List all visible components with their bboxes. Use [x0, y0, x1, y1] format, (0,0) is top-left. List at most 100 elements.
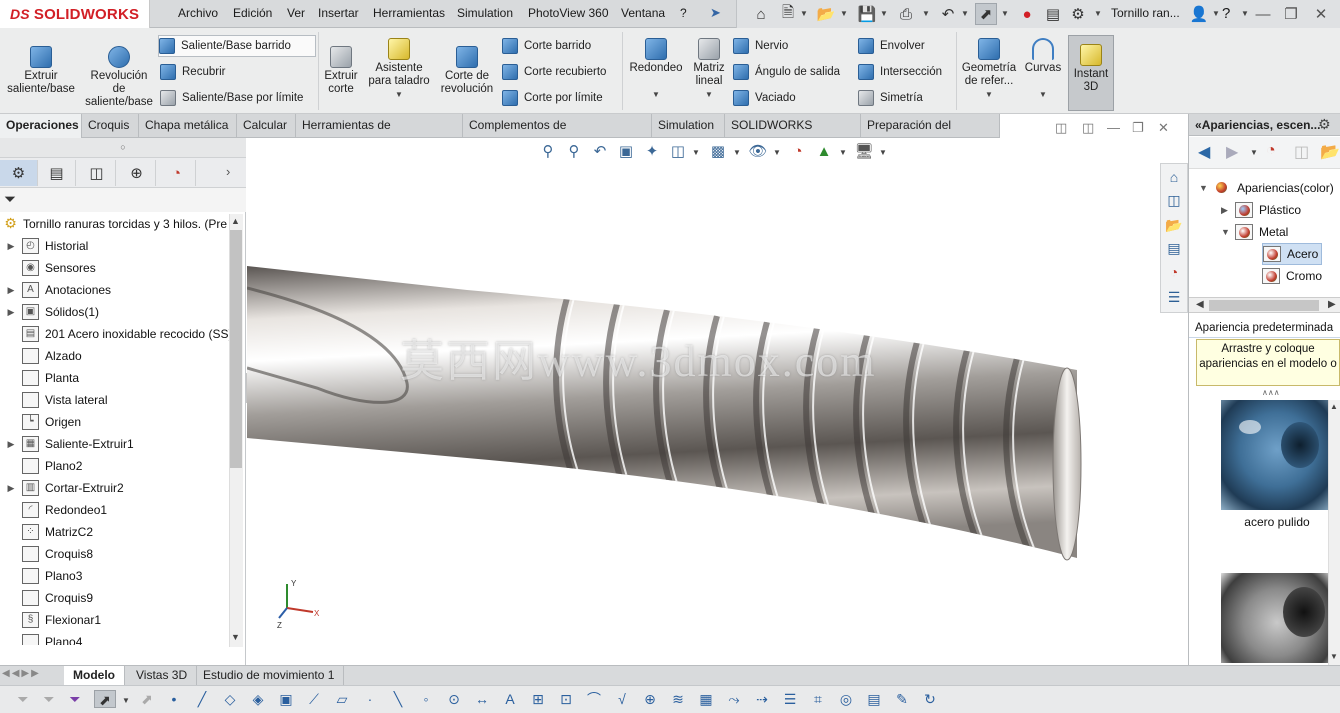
filter-toggle-icon[interactable]: ⏷: [66, 690, 84, 708]
folder-icon[interactable]: 📂: [1320, 142, 1340, 162]
chevron-down-icon[interactable]: ▼: [1250, 148, 1258, 157]
collapse-panel-icon[interactable]: «: [1195, 118, 1202, 132]
feature-manager-tab-icon[interactable]: ⚙: [0, 160, 38, 186]
menu-archivo[interactable]: Archivo: [178, 0, 218, 28]
expand-arrow-icon[interactable]: ▶: [0, 307, 22, 318]
tree-item[interactable]: Croquis8: [0, 543, 230, 565]
view-settings-icon[interactable]: 🖥: [853, 142, 875, 162]
tree-item[interactable]: ⁘ MatrizC2: [0, 521, 230, 543]
filter-mate-icon[interactable]: ⌗: [809, 690, 827, 708]
options-gear-icon[interactable]: ⚙: [1067, 3, 1089, 25]
scene-icon[interactable]: ◫: [1294, 142, 1309, 162]
expand-arrow-icon[interactable]: ▶: [0, 285, 22, 296]
filter-midpoints-icon[interactable]: ◦: [417, 690, 435, 708]
appearances-scenes-icon[interactable]: ◔: [1164, 262, 1184, 282]
filter-planes-icon[interactable]: ▱: [333, 690, 351, 708]
tree-acero[interactable]: Acero: [1262, 243, 1322, 265]
zoom-to-area-icon[interactable]: ⚲: [563, 142, 585, 162]
filter-sketch-points-icon[interactable]: ·: [361, 690, 379, 708]
expand-arrow-icon[interactable]: ▶: [1221, 205, 1235, 216]
chevron-down-icon[interactable]: ▼: [840, 9, 848, 18]
filter-dimensions-icon[interactable]: ↔: [473, 690, 491, 708]
filter-balloon-icon[interactable]: ⊕: [641, 690, 659, 708]
chevron-down-icon[interactable]: ▼: [839, 148, 847, 157]
filter-cosmetic-thread-icon[interactable]: ≋: [669, 690, 687, 708]
tree-item[interactable]: Croquis9: [0, 587, 230, 609]
tab-simulation[interactable]: Simulation: [652, 114, 725, 138]
tab-preparacion-analisis[interactable]: Preparación del análisis: [861, 114, 1000, 155]
pin-icon[interactable]: ➤: [710, 5, 721, 21]
menu-photoview[interactable]: PhotoView 360: [528, 0, 609, 28]
solidworks-logo[interactable]: DS SOLIDWORKS: [0, 0, 150, 28]
hide-show-items-icon[interactable]: 👁: [747, 142, 769, 162]
tab-vistas-3d[interactable]: Vistas 3D: [127, 666, 198, 685]
home-icon[interactable]: ⌂: [750, 3, 772, 25]
filter-loop-icon[interactable]: ↻: [921, 690, 939, 708]
extruir-corte-button[interactable]: Extruir corte: [320, 46, 362, 96]
close-window-icon[interactable]: ✕: [1310, 3, 1332, 25]
design-library-icon[interactable]: ◫: [1164, 190, 1184, 210]
chevron-down-icon[interactable]: ▼: [364, 88, 434, 101]
tree-plastico[interactable]: ▶ Plástico: [1189, 199, 1301, 221]
tree-item[interactable]: ◜ Redondeo1: [0, 499, 230, 521]
instant3d-button[interactable]: Instant 3D: [1068, 35, 1114, 111]
tree-item[interactable]: ▶ ▣ Sólidos(1): [0, 301, 230, 323]
revolucion-saliente-button[interactable]: Revolución de saliente/base: [84, 46, 154, 109]
viewport-tile-left-icon[interactable]: ◫: [1055, 120, 1067, 136]
new-document-icon[interactable]: 🗎: [777, 3, 799, 25]
tree-root-part[interactable]: ⚙ Tornillo ranuras torcidas y 3 hilos. (…: [0, 213, 229, 235]
filter-solids-icon[interactable]: ▣: [277, 690, 295, 708]
scroll-down-icon[interactable]: ▼: [1330, 652, 1338, 661]
tree-item[interactable]: ▤ 201 Acero inoxidable recocido (SS): [0, 323, 230, 345]
curvas-button[interactable]: Curvas ▼: [1022, 38, 1064, 101]
filter-faces-icon[interactable]: ◇: [221, 690, 239, 708]
expand-arrow-icon[interactable]: ▶: [0, 483, 22, 494]
filter-routing-icon[interactable]: ⤳: [725, 690, 743, 708]
property-manager-tab-icon[interactable]: ▤: [38, 160, 76, 186]
viewport-minimize-icon[interactable]: —: [1107, 120, 1120, 135]
tree-item[interactable]: Alzado: [0, 345, 230, 367]
recubrir-button[interactable]: Recubrir: [160, 61, 225, 83]
menu-ventana[interactable]: Ventana: [621, 0, 665, 28]
appearance-swatch-steel-2[interactable]: [1221, 573, 1333, 663]
filter-blocks-icon[interactable]: ▦: [697, 690, 715, 708]
screw-model-render[interactable]: Y X Z: [247, 138, 1187, 665]
filter-annotation-icon[interactable]: ✎: [893, 690, 911, 708]
tree-item[interactable]: ▶ ◴ Historial: [0, 235, 230, 257]
tab-complementos[interactable]: Complementos de SOLIDWORKS: [463, 114, 652, 155]
filter-gtol-icon[interactable]: ⊞: [529, 690, 547, 708]
expand-arrow-icon[interactable]: ▼: [1221, 227, 1235, 237]
filter-table-icon[interactable]: ▤: [865, 690, 883, 708]
chevron-down-icon[interactable]: ▼: [922, 9, 930, 18]
redondeo-button[interactable]: Redondeo ▼: [626, 38, 686, 101]
tree-item[interactable]: Planta: [0, 367, 230, 389]
matriz-lineal-button[interactable]: Matriz lineal ▼: [688, 38, 730, 101]
filter-clear-icon[interactable]: ⏷: [40, 690, 58, 708]
saliente-limite-button[interactable]: Saliente/Base por límite: [160, 87, 303, 109]
asistente-taladro-button[interactable]: Asistente para taladro ▼: [364, 38, 434, 101]
menu-help[interactable]: ?: [680, 0, 687, 28]
envolver-button[interactable]: Envolver: [858, 35, 925, 57]
scroll-right-icon[interactable]: ▶: [1328, 299, 1336, 310]
chevron-down-icon[interactable]: ▼: [1022, 88, 1064, 101]
chevron-right-icon[interactable]: ›: [226, 164, 230, 179]
tree-item[interactable]: ▶ A Anotaciones: [0, 279, 230, 301]
chevron-down-icon[interactable]: ▼: [692, 148, 700, 157]
interseccion-button[interactable]: Intersección: [858, 61, 942, 83]
chevron-down-icon[interactable]: ▼: [1241, 9, 1249, 18]
configuration-manager-tab-icon[interactable]: ◫: [78, 160, 116, 186]
filter-surface-finish-icon[interactable]: √: [613, 690, 631, 708]
menu-edicion[interactable]: Edición: [233, 0, 272, 28]
filter-datum-icon[interactable]: ⊡: [557, 690, 575, 708]
select-other-icon[interactable]: ⬈: [138, 690, 156, 708]
tab-croquis[interactable]: Croquis: [82, 114, 139, 138]
corte-barrido-button[interactable]: Corte barrido: [502, 35, 591, 57]
tree-cromo[interactable]: Cromo: [1262, 265, 1322, 287]
menu-insertar[interactable]: Insertar: [318, 0, 359, 28]
corte-recubierto-button[interactable]: Corte recubierto: [502, 61, 606, 83]
filter-notes-icon[interactable]: A: [501, 690, 519, 708]
menu-herramientas[interactable]: Herramientas: [373, 0, 445, 28]
tree-item[interactable]: § Flexionar1: [0, 609, 230, 631]
chevron-down-icon[interactable]: ▼: [961, 9, 969, 18]
expand-arrow-icon[interactable]: ▶: [0, 439, 22, 450]
